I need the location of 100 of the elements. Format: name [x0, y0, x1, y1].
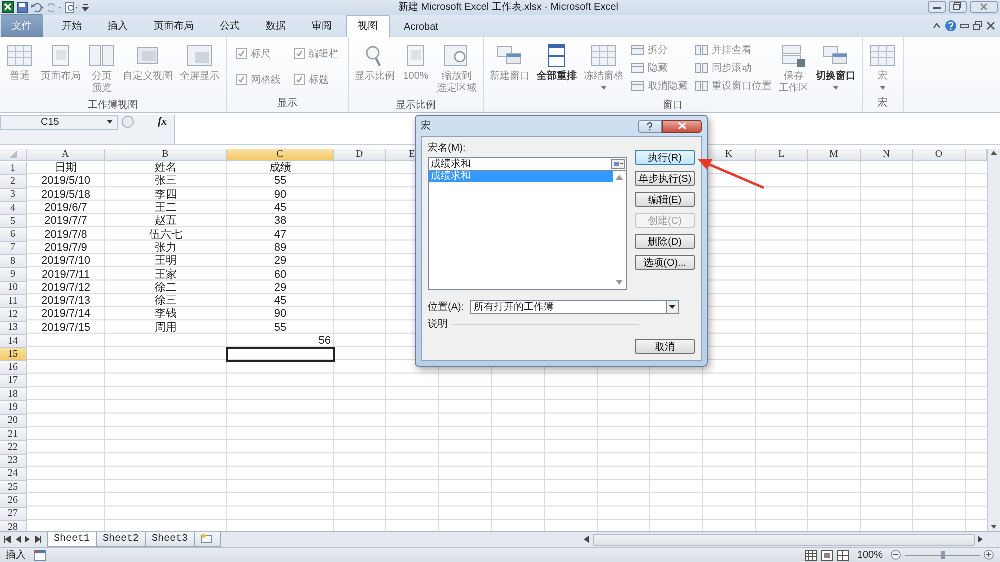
insert-sheet-button[interactable] — [194, 532, 222, 548]
column-header[interactable]: D — [334, 148, 386, 161]
row-header[interactable]: 9 — [0, 268, 27, 282]
row-header[interactable]: 21 — [0, 428, 27, 442]
close-button[interactable] — [662, 120, 702, 132]
row-header[interactable]: 13 — [0, 322, 27, 335]
name-box[interactable]: C15 — [0, 114, 118, 130]
ribbon-tab[interactable]: 页面布局 — [142, 14, 206, 37]
vertical-scrollbar[interactable] — [987, 148, 1000, 532]
normal-view-icon[interactable] — [805, 550, 818, 561]
dialog-button[interactable]: 执行(R) — [635, 150, 695, 165]
page-break-icon[interactable] — [837, 550, 850, 561]
customize-menu-icon[interactable] — [82, 2, 89, 13]
ribbon-tab[interactable]: 视图 — [346, 14, 390, 37]
ribbon-tab[interactable]: 审阅 — [300, 14, 344, 37]
print-preview-icon[interactable] — [65, 2, 79, 13]
zoom-in-icon[interactable] — [984, 550, 994, 560]
column-header[interactable]: B — [105, 148, 227, 161]
ribbon-button[interactable]: 全部重排 — [535, 40, 579, 83]
row-header[interactable]: 4 — [0, 202, 27, 216]
dialog-button[interactable]: 单步执行(S) — [635, 171, 695, 186]
scroll-right-icon[interactable] — [978, 536, 984, 544]
dialog-button[interactable]: 编辑(E) — [635, 192, 695, 207]
group-label: 宏 — [877, 96, 889, 111]
cell-text: 2019/7/14 — [42, 309, 90, 320]
cell-text: 89 — [274, 242, 287, 254]
dialog-button[interactable]: 选项(O)... — [635, 255, 695, 270]
row-header[interactable]: 27 — [0, 508, 27, 522]
ribbon-tab[interactable]: 插入 — [96, 14, 140, 37]
scroll-up-icon[interactable] — [990, 148, 998, 157]
row-header[interactable]: 5 — [0, 215, 27, 228]
ribbon-tab[interactable]: 公式 — [208, 14, 252, 37]
row-header[interactable]: 3 — [0, 188, 27, 202]
undo-icon[interactable] — [31, 2, 45, 13]
cancel-button[interactable]: 取消 — [635, 339, 695, 354]
zoom-slider[interactable] — [905, 551, 980, 560]
scroll-down-icon[interactable] — [616, 280, 623, 285]
cell-text: 2019/7/11 — [42, 270, 90, 281]
minimize-icon[interactable] — [928, 1, 946, 14]
row-header[interactable]: 12 — [0, 308, 27, 322]
row-header[interactable]: 25 — [0, 481, 27, 494]
ribbon-tab[interactable]: 数据 — [254, 14, 298, 37]
cell-text: 2019/7/12 — [42, 282, 90, 294]
sheet-tab[interactable]: Sheet3 — [145, 532, 196, 548]
row-header[interactable]: 22 — [0, 441, 27, 455]
page-layout-icon[interactable] — [821, 550, 834, 561]
row-header[interactable]: 8 — [0, 255, 27, 268]
location-dropdown[interactable]: 所有打开的工作簿 — [470, 300, 680, 314]
save-icon[interactable] — [17, 2, 28, 13]
row-header[interactable]: 23 — [0, 454, 27, 468]
collapse-ribbon-icon[interactable] — [932, 20, 942, 31]
column-header[interactable]: O — [913, 148, 966, 161]
record-macro-icon[interactable] — [34, 550, 46, 561]
row-header[interactable]: 18 — [0, 388, 27, 402]
collapse-dialog-icon[interactable] — [611, 159, 625, 169]
row-header[interactable]: 1 — [0, 162, 27, 176]
row-header[interactable]: 2 — [0, 175, 27, 189]
scroll-down-icon[interactable] — [990, 523, 998, 532]
insert-function-button[interactable]: fx — [158, 116, 168, 128]
row-header[interactable]: 14 — [0, 334, 27, 348]
first-sheet-icon[interactable] — [4, 536, 11, 544]
row-header[interactable]: 7 — [0, 242, 27, 256]
row-header[interactable]: 15 — [0, 348, 27, 362]
ribbon-tab[interactable]: 开始 — [50, 14, 94, 37]
next-sheet-icon[interactable] — [25, 536, 31, 544]
cell-text: 2019/7/13 — [42, 296, 90, 308]
row-header[interactable]: 20 — [0, 414, 27, 428]
sheet-tab[interactable]: Sheet2 — [96, 532, 146, 548]
row-header[interactable]: 11 — [0, 294, 27, 308]
column-header[interactable]: A — [27, 148, 105, 161]
ribbon-button[interactable]: 切换窗口 — [814, 40, 858, 90]
row-header[interactable]: 6 — [0, 228, 27, 242]
selected-cell[interactable] — [227, 348, 334, 362]
dialog-button[interactable]: 删除(D) — [635, 234, 695, 249]
scroll-left-icon[interactable] — [584, 536, 590, 544]
restore-icon[interactable] — [973, 20, 983, 31]
last-sheet-icon[interactable] — [35, 536, 42, 544]
zoom-out-icon[interactable] — [891, 550, 901, 560]
row-header[interactable]: 10 — [0, 282, 27, 295]
column-header[interactable]: M — [808, 148, 861, 161]
help-button[interactable] — [638, 120, 662, 132]
help-icon[interactable] — [945, 20, 957, 32]
ribbon-tab[interactable]: Acrobat — [392, 18, 450, 37]
row-header[interactable]: 17 — [0, 374, 27, 388]
column-header[interactable]: C — [227, 148, 334, 161]
sheet-tab[interactable]: Sheet1 — [47, 532, 98, 548]
previous-sheet-icon[interactable] — [15, 536, 21, 544]
macro-name-field[interactable]: 成绩求和 — [428, 157, 627, 171]
close-icon[interactable] — [986, 20, 996, 31]
row-header[interactable]: 24 — [0, 468, 27, 482]
row-header[interactable]: 28 — [0, 521, 27, 532]
window-title: 新建 Microsoft Excel 工作表.xlsx - Microsoft Excel — [397, 0, 620, 14]
row-header[interactable]: 16 — [0, 361, 27, 375]
column-header[interactable]: N — [861, 148, 913, 161]
restore-icon[interactable] — [949, 1, 967, 14]
row-header[interactable]: 19 — [0, 401, 27, 415]
row-header[interactable]: 26 — [0, 494, 27, 508]
close-icon[interactable] — [970, 1, 998, 14]
column-header[interactable]: L — [756, 148, 808, 161]
zoom-slider-thumb[interactable] — [940, 551, 944, 560]
